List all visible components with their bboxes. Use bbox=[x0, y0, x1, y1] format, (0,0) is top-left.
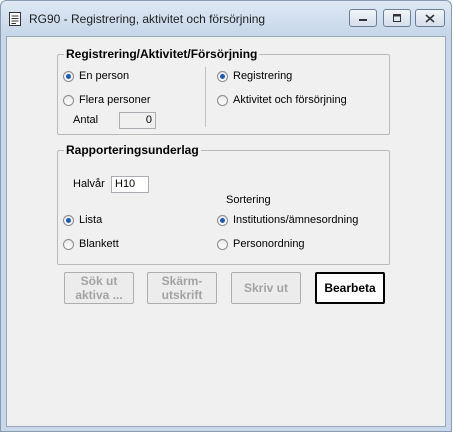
close-button[interactable] bbox=[415, 9, 445, 27]
radio-label: Aktivitet och försörjning bbox=[233, 94, 347, 106]
skriv-ut-button[interactable]: Skriv ut bbox=[231, 272, 301, 304]
minimize-button[interactable] bbox=[349, 9, 377, 27]
radio-label: Flera personer bbox=[79, 94, 151, 106]
radio-selected-icon bbox=[63, 214, 74, 226]
radio-aktivitet[interactable]: Aktivitet och försörjning bbox=[217, 94, 347, 106]
title-bar[interactable]: RG90 - Registrering, aktivitet och försö… bbox=[1, 1, 451, 35]
radio-label: Blankett bbox=[79, 238, 119, 250]
skarmutskrift-button[interactable]: Skärm- utskrift bbox=[147, 272, 217, 304]
registrering-legend: Registrering/Aktivitet/Försörjning bbox=[66, 47, 258, 61]
app-window: RG90 - Registrering, aktivitet och försö… bbox=[0, 0, 452, 432]
radio-empty-icon bbox=[217, 238, 228, 250]
radio-institutionsordning[interactable]: Institutions/ämnesordning bbox=[217, 214, 358, 226]
minimize-icon bbox=[359, 19, 367, 21]
sok-ut-aktiva-button[interactable]: Sök ut aktiva ... bbox=[64, 272, 134, 304]
radio-empty-icon bbox=[63, 238, 74, 250]
radio-personordning[interactable]: Personordning bbox=[217, 238, 305, 250]
radio-flera-personer[interactable]: Flera personer bbox=[63, 94, 151, 106]
radio-lista[interactable]: Lista bbox=[63, 214, 102, 226]
radio-empty-icon bbox=[217, 94, 228, 106]
radio-label: Lista bbox=[79, 214, 103, 226]
antal-label: Antal bbox=[73, 114, 99, 126]
registrering-group: Registrering/Aktivitet/Försörjning bbox=[57, 47, 390, 135]
radio-selected-icon bbox=[217, 70, 228, 82]
close-icon bbox=[425, 13, 435, 23]
radio-selected-icon bbox=[217, 214, 228, 226]
client-area: Registrering/Aktivitet/Försörjning En pe… bbox=[6, 36, 446, 427]
radio-en-person[interactable]: En person bbox=[63, 70, 129, 82]
radio-label: En person bbox=[79, 70, 130, 82]
halvar-field[interactable]: H10 bbox=[111, 176, 149, 193]
radio-label: Institutions/ämnesordning bbox=[233, 214, 359, 226]
sortering-label: Sortering bbox=[226, 194, 271, 206]
maximize-button[interactable] bbox=[383, 9, 411, 27]
antal-field[interactable]: 0 bbox=[119, 112, 156, 129]
radio-selected-icon bbox=[63, 70, 74, 82]
radio-label: Personordning bbox=[233, 238, 305, 250]
radio-label: Registrering bbox=[233, 70, 293, 82]
radio-registrering[interactable]: Registrering bbox=[217, 70, 292, 82]
maximize-icon bbox=[393, 14, 401, 22]
document-icon bbox=[9, 12, 21, 26]
rapport-legend: Rapporteringsunderlag bbox=[66, 143, 199, 157]
window-title: RG90 - Registrering, aktivitet och försö… bbox=[29, 12, 266, 26]
group-divider bbox=[205, 67, 206, 127]
bearbeta-button[interactable]: Bearbeta bbox=[315, 272, 385, 304]
halvar-label: Halvår bbox=[73, 178, 105, 190]
radio-blankett[interactable]: Blankett bbox=[63, 238, 119, 250]
radio-empty-icon bbox=[63, 94, 74, 106]
